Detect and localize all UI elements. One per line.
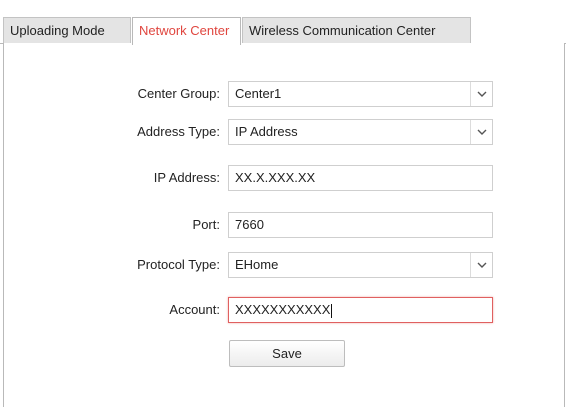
ip-address-label: IP Address: (153, 170, 220, 185)
protocol-type-label: Protocol Type: (137, 257, 220, 272)
tab-wireless-communication-center[interactable]: Wireless Communication Center (242, 17, 471, 44)
account-label: Account: (169, 302, 220, 317)
tab-network-center[interactable]: Network Center (132, 17, 241, 45)
chevron-down-icon[interactable] (470, 120, 492, 144)
port-label: Port: (192, 217, 220, 232)
tab-bar: Uploading Mode Network Center Wireless C… (0, 0, 566, 45)
account-input[interactable]: XXXXXXXXXXX (228, 297, 493, 323)
ip-address-value: XX.X.XXX.XX (235, 170, 316, 185)
ip-address-input[interactable]: XX.X.XXX.XX (228, 165, 493, 191)
protocol-type-select[interactable]: EHome (228, 252, 493, 278)
address-type-label: Address Type: (137, 124, 220, 139)
save-button[interactable]: Save (229, 340, 345, 367)
center-group-label: Center Group: (137, 86, 220, 101)
account-value: XXXXXXXXXXX (235, 302, 331, 317)
center-group-select[interactable]: Center1 (228, 81, 493, 107)
protocol-type-value: EHome (235, 257, 279, 272)
text-caret (331, 303, 333, 318)
tab-uploading-mode[interactable]: Uploading Mode (3, 17, 131, 44)
port-value: 7660 (235, 217, 264, 232)
address-type-select[interactable]: IP Address (228, 119, 493, 145)
chevron-down-icon[interactable] (470, 82, 492, 106)
port-input[interactable]: 7660 (228, 212, 493, 238)
chevron-down-icon[interactable] (470, 253, 492, 277)
address-type-value: IP Address (235, 124, 298, 139)
center-group-value: Center1 (235, 86, 282, 101)
